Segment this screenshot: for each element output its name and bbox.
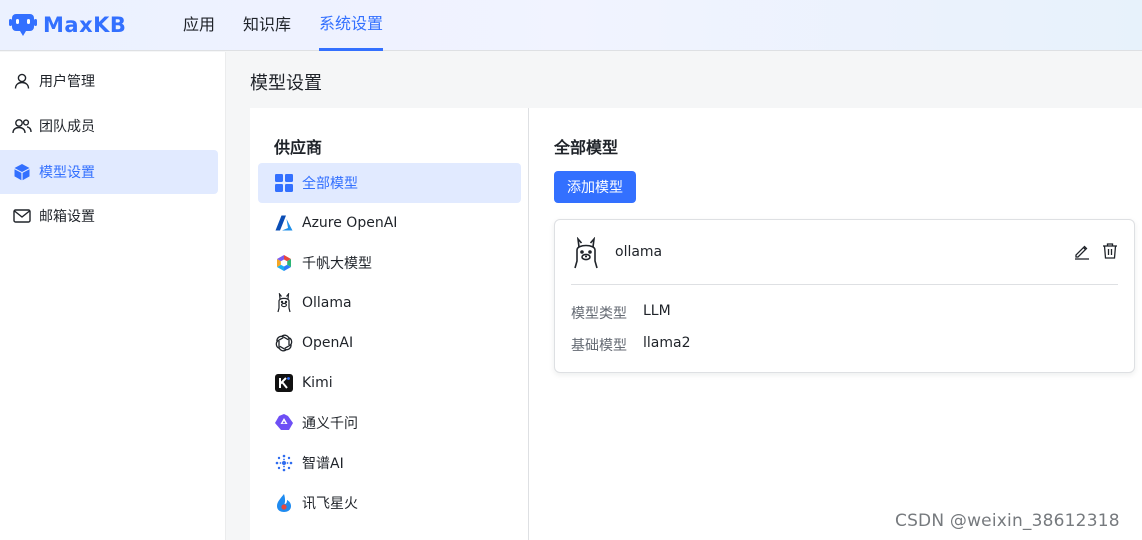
llama-icon [274, 293, 294, 313]
delete-icon[interactable] [1101, 242, 1119, 260]
provider-label: 全部模型 [302, 176, 358, 192]
tongyi-icon [274, 413, 294, 433]
watermark: CSDN @weixin_38612318 [895, 511, 1120, 531]
provider-label: 智谱AI [302, 456, 344, 472]
top-nav: 应用 知识库 系统设置 [183, 0, 411, 51]
top-header: MaxKB 应用 知识库 系统设置 [0, 0, 1142, 51]
model-type-row: 模型类型 LLM [571, 303, 671, 323]
provider-label: 讯飞星火 [302, 496, 358, 512]
provider-list: 供应商 全部模型 Azure OpenAI 千帆大模型 Ollama OpenA… [250, 108, 529, 540]
azure-icon [274, 213, 294, 233]
sidebar: 用户管理 团队成员 模型设置 邮箱设置 [0, 52, 226, 540]
team-icon [12, 116, 32, 136]
page-title: 模型设置 [250, 73, 322, 94]
provider-xunfei[interactable]: 讯飞星火 [258, 483, 521, 523]
kimi-icon [274, 373, 294, 393]
provider-label: Kimi [302, 375, 333, 391]
mail-icon [12, 206, 32, 226]
provider-label: 通义千问 [302, 416, 358, 432]
models-heading: 全部模型 [554, 138, 619, 157]
provider-qianfan[interactable]: 千帆大模型 [258, 243, 521, 283]
llama-icon [572, 236, 602, 269]
sidebar-item-label: 团队成员 [39, 119, 95, 135]
maxkb-logo-icon [9, 14, 37, 36]
field-value: llama2 [643, 335, 691, 351]
nav-knowledge[interactable]: 知识库 [243, 0, 291, 51]
provider-azure-openai[interactable]: Azure OpenAI [258, 203, 521, 243]
card-divider [571, 284, 1118, 285]
provider-zhipu[interactable]: 智谱AI [258, 443, 521, 483]
logo-text: MaxKB [43, 13, 127, 37]
edit-icon[interactable] [1073, 242, 1091, 260]
provider-label: 千帆大模型 [302, 256, 372, 272]
cube-icon [12, 162, 32, 182]
provider-all-models[interactable]: 全部模型 [258, 163, 521, 203]
model-name: ollama [615, 244, 663, 260]
add-model-button[interactable]: 添加模型 [554, 171, 636, 203]
provider-kimi[interactable]: Kimi [258, 363, 521, 403]
sidebar-item-model-settings[interactable]: 模型设置 [0, 150, 218, 194]
grid-icon [274, 173, 294, 193]
sidebar-item-users[interactable]: 用户管理 [0, 59, 218, 103]
sidebar-item-label: 邮箱设置 [39, 209, 95, 225]
logo[interactable]: MaxKB [9, 11, 126, 39]
provider-ollama[interactable]: Ollama [258, 283, 521, 323]
field-value: LLM [643, 303, 671, 319]
qianfan-icon [274, 253, 294, 273]
sidebar-item-label: 模型设置 [39, 165, 95, 181]
provider-openai[interactable]: OpenAI [258, 323, 521, 363]
user-icon [12, 71, 32, 91]
zhipu-icon [274, 453, 294, 473]
model-settings-panel: 供应商 全部模型 Azure OpenAI 千帆大模型 Ollama OpenA… [250, 108, 1142, 540]
nav-apps[interactable]: 应用 [183, 0, 215, 51]
sidebar-item-mail[interactable]: 邮箱设置 [0, 194, 218, 238]
provider-heading: 供应商 [274, 138, 323, 157]
provider-label: OpenAI [302, 335, 354, 351]
provider-tongyi[interactable]: 通义千问 [258, 403, 521, 443]
provider-label: Azure OpenAI [302, 215, 398, 231]
nav-system-settings[interactable]: 系统设置 [319, 0, 384, 51]
sidebar-item-label: 用户管理 [39, 74, 95, 90]
base-model-row: 基础模型 llama2 [571, 335, 690, 355]
xunfei-icon [274, 493, 294, 513]
model-card[interactable]: ollama 模型类型 LLM 基础模型 llama2 [554, 219, 1135, 373]
sidebar-item-team[interactable]: 团队成员 [0, 104, 218, 148]
provider-label: Ollama [302, 295, 352, 311]
field-label: 基础模型 [571, 338, 627, 354]
field-label: 模型类型 [571, 306, 627, 322]
openai-icon [274, 333, 294, 353]
